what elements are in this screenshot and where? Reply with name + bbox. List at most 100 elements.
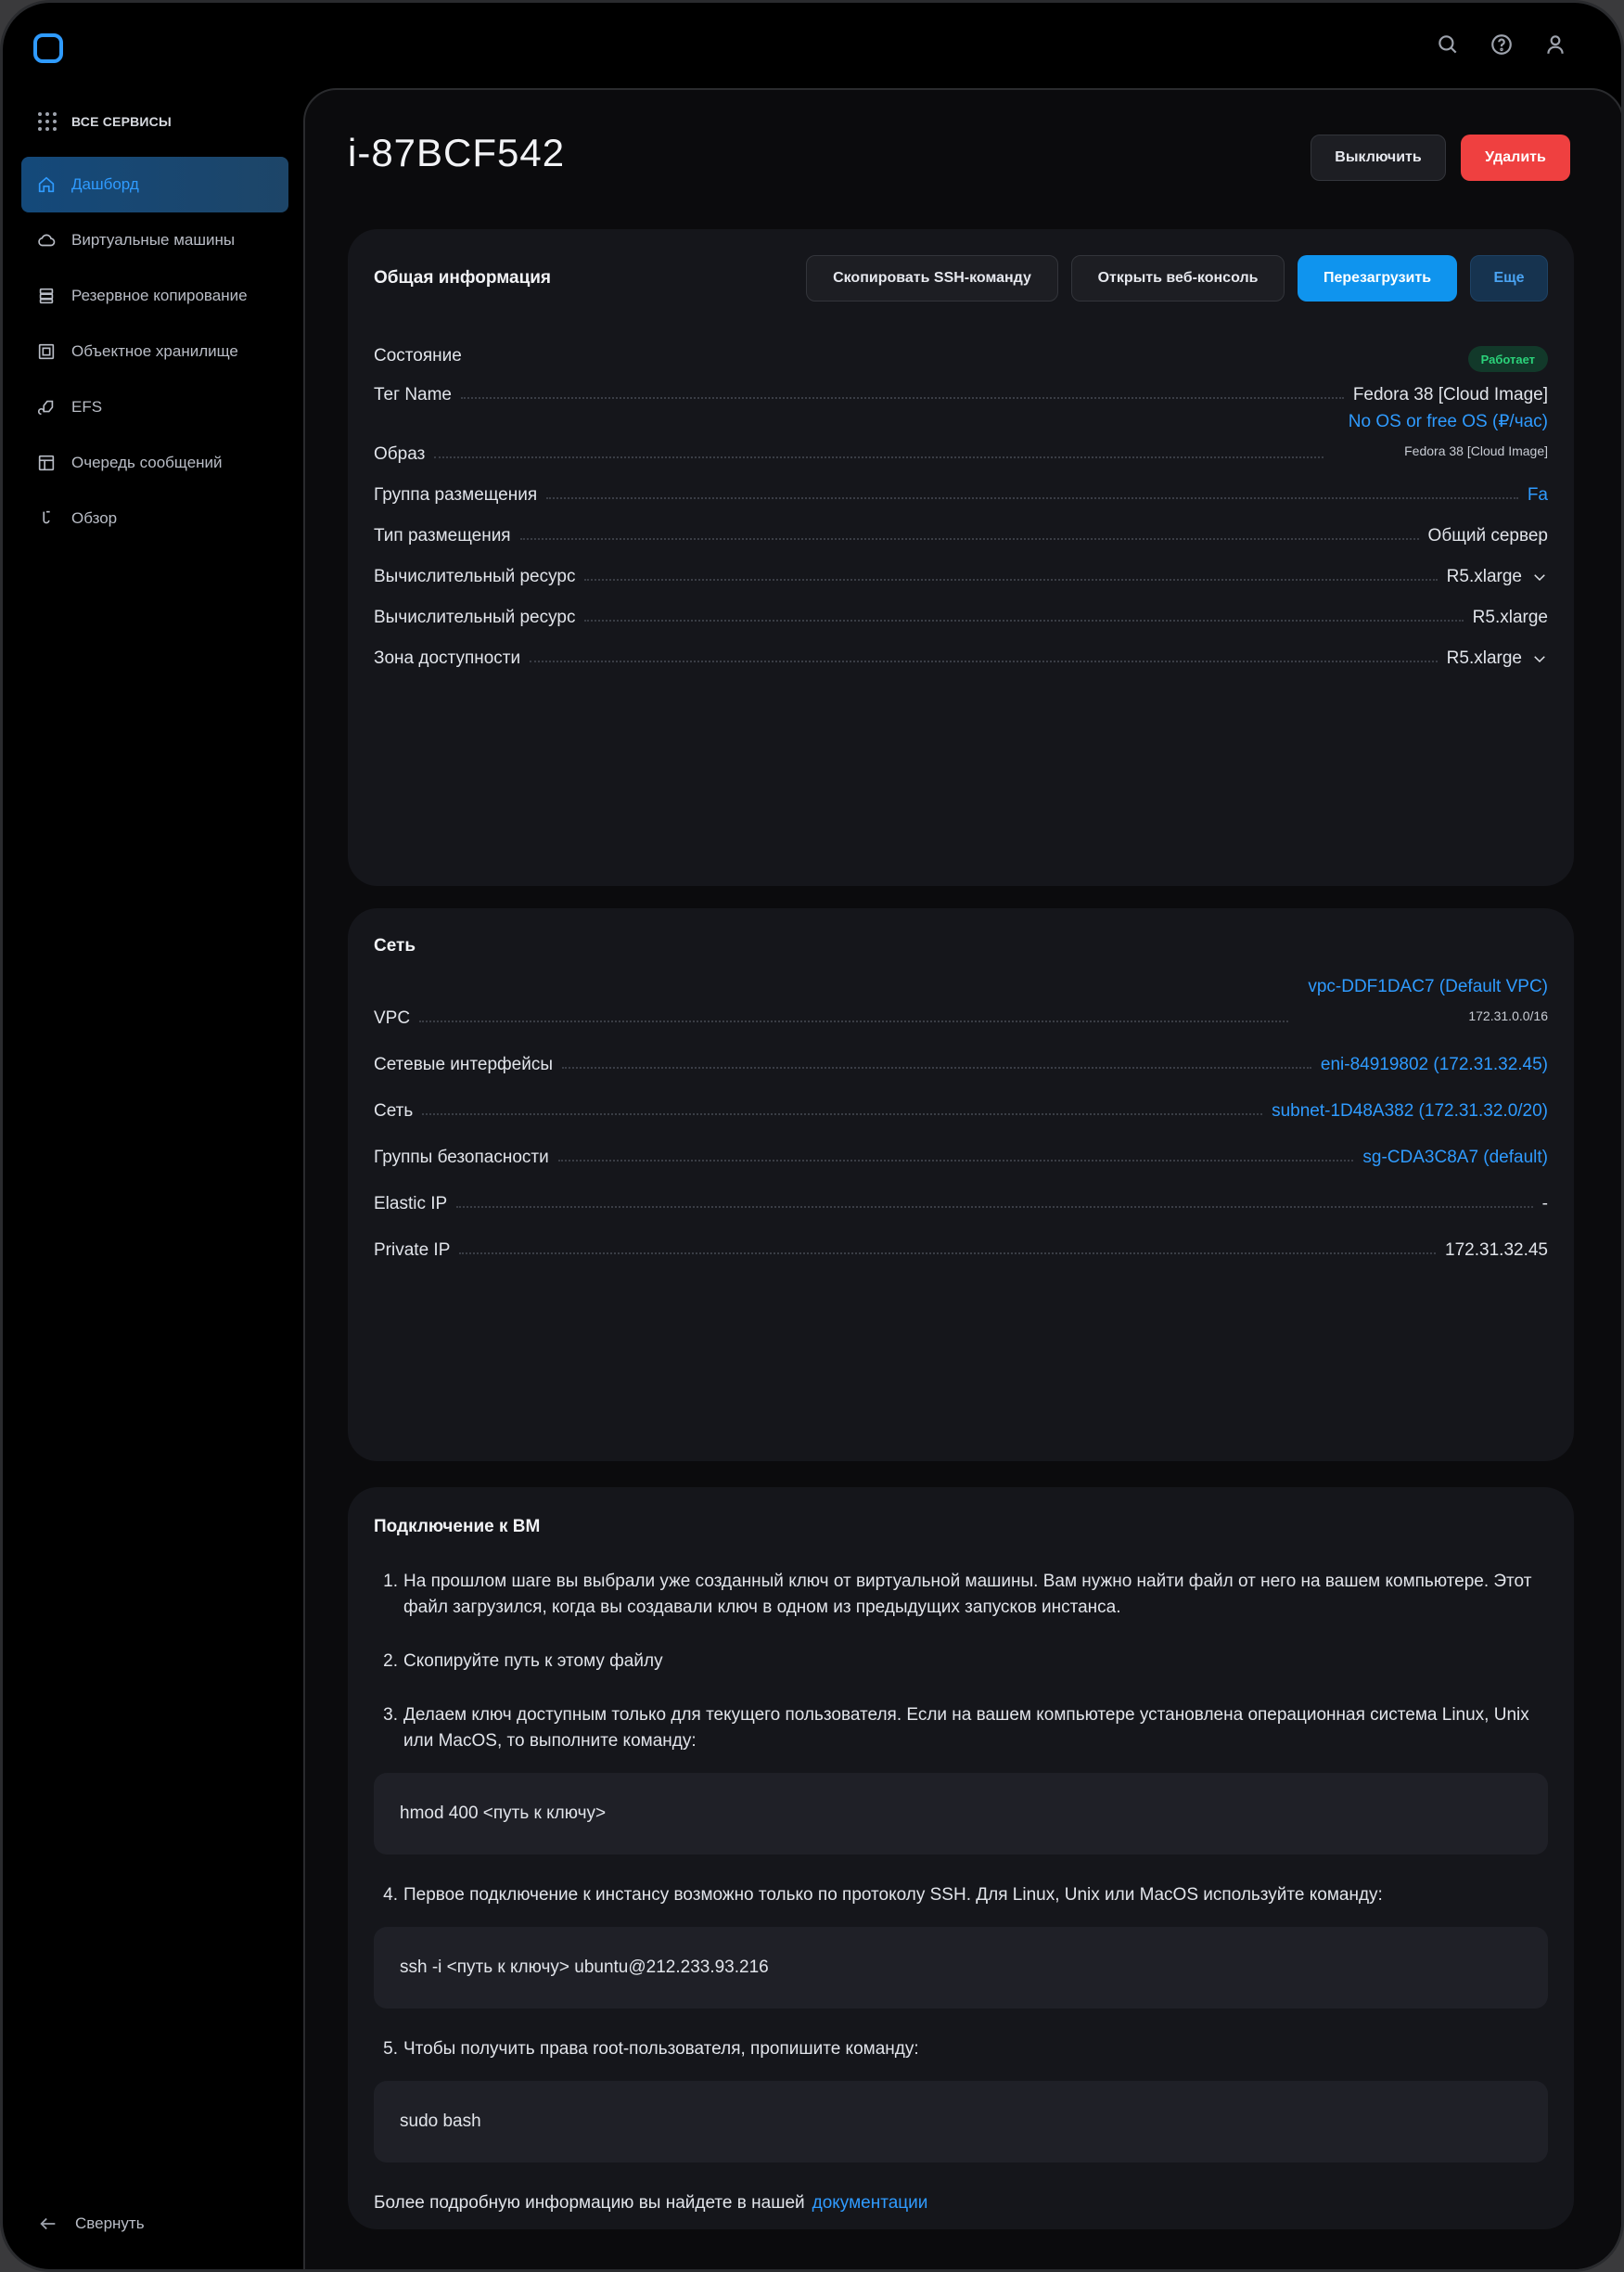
info-row-elastic-ip: Elastic IP - bbox=[374, 1194, 1548, 1214]
sidebar-item-message-queue[interactable]: Очередь сообщений bbox=[21, 435, 288, 491]
row-label: VPC bbox=[374, 1008, 411, 1028]
card-title: Общая информация bbox=[374, 268, 552, 288]
docs-note: Более подробную информацию вы найдете в … bbox=[374, 2190, 1548, 2216]
card-title: Подключение к ВМ bbox=[374, 1517, 541, 1536]
row-label: Private IP bbox=[374, 1240, 451, 1260]
sidebar-item-label: Объектное хранилище bbox=[71, 342, 238, 360]
reboot-button[interactable]: Перезагрузить bbox=[1298, 255, 1457, 302]
row-label: Сеть bbox=[374, 1101, 414, 1121]
zone-dropdown[interactable]: R5.xlarge bbox=[1447, 648, 1548, 669]
step-text: Первое подключение к инстансу возможно т… bbox=[403, 1885, 1383, 1905]
row-label: Образ bbox=[374, 444, 426, 464]
row-label: Группа размещения bbox=[374, 485, 538, 505]
user-icon[interactable] bbox=[1541, 31, 1569, 58]
storage-icon bbox=[38, 343, 55, 360]
eni-link[interactable]: eni-84919802 (172.31.32.45) bbox=[1321, 1055, 1548, 1075]
info-row-tag: Тег Name Fedora 38 [Cloud Image] bbox=[374, 385, 1548, 405]
row-value: 172.31.32.45 bbox=[1445, 1240, 1548, 1260]
info-row-placement-group: Группа размещения Fa bbox=[374, 485, 1548, 506]
placement-group-link[interactable]: Fa bbox=[1528, 485, 1548, 506]
row-label: Тег Name bbox=[374, 385, 452, 404]
sidebar-item-overview[interactable]: Обзор bbox=[21, 491, 288, 546]
row-value: Общий сервер bbox=[1427, 526, 1548, 546]
row-label: Зона доступности bbox=[374, 648, 521, 668]
chevron-down-icon bbox=[1534, 574, 1545, 582]
step-item: 3. Делаем ключ доступным только для текущ… bbox=[374, 1702, 1548, 1754]
app-logo[interactable] bbox=[33, 33, 63, 63]
sidebar-item-dashboard[interactable]: Дашборд bbox=[21, 157, 288, 212]
info-row-zone: Зона доступности R5.xlarge bbox=[374, 648, 1548, 669]
copy-ssh-button[interactable]: Скопировать SSH-команду bbox=[806, 255, 1058, 302]
connect-card: Подключение к ВМ 1. На прошлом шаге вы вы… bbox=[348, 1487, 1574, 2229]
collapse-sidebar-button[interactable]: Свернуть bbox=[38, 2214, 145, 2234]
card-actions: Скопировать SSH-команду Открыть веб-конс… bbox=[806, 255, 1548, 302]
sidebar: ВСЕ СЕРВИСЫ Дашборд Виртуальные машины Р… bbox=[3, 96, 300, 546]
sidebar-item-label: Дашборд bbox=[71, 175, 139, 193]
main-panel: i-87BCF542 Выключить Удалить Общая инфор… bbox=[303, 88, 1621, 2269]
web-console-button[interactable]: Открыть веб-консоль bbox=[1071, 255, 1285, 302]
grid-icon bbox=[38, 112, 57, 131]
queue-icon bbox=[38, 455, 55, 471]
image-value: No OS or free OS (₽/час) Fedora 38 [Clou… bbox=[1349, 411, 1548, 458]
step-text: Чтобы получить права root-пользователя, … bbox=[403, 2039, 919, 2059]
step-text: Скопируйте путь к этому файлу bbox=[403, 1651, 663, 1671]
row-label: Вычислительный ресурс bbox=[374, 567, 576, 586]
docs-link[interactable]: документации bbox=[812, 2193, 928, 2213]
code-block-ssh[interactable]: ssh -i <путь к ключу> ubuntu@212.233.93.… bbox=[374, 1927, 1548, 2009]
step-item: 1. На прошлом шаге вы выбрали уже созданн… bbox=[374, 1569, 1548, 1621]
collapse-label: Свернуть bbox=[75, 2214, 145, 2232]
sidebar-item-efs[interactable]: EFS bbox=[21, 379, 288, 435]
card-title: Сеть bbox=[374, 936, 416, 956]
info-row-private-ip: Private IP 172.31.32.45 bbox=[374, 1240, 1548, 1261]
sidebar-item-backup[interactable]: Резервное копирование bbox=[21, 268, 288, 324]
row-value: Fedora 38 [Cloud Image] bbox=[1352, 385, 1548, 404]
image-link[interactable]: No OS or free OS (₽/час) bbox=[1349, 411, 1548, 432]
network-card: Сеть vpc-DDF1DAC7 (Default VPC) 172.31.0… bbox=[348, 908, 1574, 1461]
row-label: Elastic IP bbox=[374, 1194, 448, 1213]
step-text: На прошлом шаге вы выбрали уже созданный… bbox=[403, 1572, 1532, 1617]
step-item: 4. Первое подключение к инстансу возможно… bbox=[374, 1882, 1548, 1908]
code-block-sudo[interactable]: sudo bash bbox=[374, 2081, 1548, 2163]
all-services-label: ВСЕ СЕРВИСЫ bbox=[71, 114, 172, 129]
sidebar-item-object-storage[interactable]: Объектное хранилище bbox=[21, 324, 288, 379]
info-row-placement-type: Тип размещения Общий сервер bbox=[374, 526, 1548, 546]
stop-button[interactable]: Выключить bbox=[1311, 135, 1446, 181]
step-text: Делаем ключ доступным только для текущег… bbox=[403, 1705, 1529, 1751]
vpc-value: vpc-DDF1DAC7 (Default VPC) 172.31.0.0/16 bbox=[1308, 977, 1548, 1023]
step-item: 2. Скопируйте путь к этому файлу bbox=[374, 1649, 1548, 1675]
info-row-vpc: VPC bbox=[374, 1008, 1298, 1029]
row-label: Группы безопасности bbox=[374, 1148, 549, 1167]
database-icon bbox=[39, 288, 54, 304]
more-button[interactable]: Еще bbox=[1470, 255, 1548, 302]
code-block-chmod[interactable]: hmod 400 <путь к ключу> bbox=[374, 1773, 1548, 1855]
vpc-link[interactable]: vpc-DDF1DAC7 (Default VPC) bbox=[1308, 977, 1548, 997]
info-row-state: Состояние bbox=[374, 346, 1548, 366]
arrow-left-icon bbox=[40, 2217, 56, 2230]
all-services-button[interactable]: ВСЕ СЕРВИСЫ bbox=[38, 103, 300, 140]
row-label: Тип размещения bbox=[374, 526, 511, 546]
topbar-icons bbox=[1434, 31, 1569, 58]
security-group-link[interactable]: sg-CDA3C8A7 (default) bbox=[1362, 1148, 1548, 1168]
sidebar-item-label: EFS bbox=[71, 398, 103, 416]
info-row-image: Образ bbox=[374, 444, 1333, 465]
search-icon[interactable] bbox=[1434, 31, 1462, 58]
sidebar-item-label: Виртуальные машины bbox=[71, 231, 236, 249]
row-label: Состояние bbox=[374, 346, 462, 366]
app-window: ВСЕ СЕРВИСЫ Дашборд Виртуальные машины Р… bbox=[0, 0, 1624, 2272]
efs-icon bbox=[37, 400, 54, 416]
delete-button[interactable]: Удалить bbox=[1461, 135, 1570, 181]
info-row-security-groups: Группы безопасности sg-CDA3C8A7 (default… bbox=[374, 1148, 1548, 1168]
row-value: R5.xlarge bbox=[1446, 648, 1522, 668]
image-subtitle: Fedora 38 [Cloud Image] bbox=[1404, 443, 1548, 458]
subnet-link[interactable]: subnet-1D48A382 (172.31.32.0/20) bbox=[1272, 1101, 1548, 1122]
info-row-compute-1: Вычислительный ресурс R5.xlarge bbox=[374, 567, 1548, 587]
overview-icon bbox=[43, 510, 50, 524]
sidebar-item-label: Резервное копирование bbox=[71, 287, 248, 304]
header-actions: Выключить Удалить bbox=[1311, 135, 1570, 181]
sidebar-nav: Дашборд Виртуальные машины Резервное коп… bbox=[3, 157, 300, 546]
sidebar-item-vms[interactable]: Виртуальные машины bbox=[21, 212, 288, 268]
docs-note-text: Более подробную информацию вы найдете в … bbox=[374, 2193, 805, 2213]
help-icon[interactable] bbox=[1488, 31, 1515, 58]
row-value: R5.xlarge bbox=[1446, 567, 1522, 586]
compute-dropdown[interactable]: R5.xlarge bbox=[1447, 567, 1548, 587]
